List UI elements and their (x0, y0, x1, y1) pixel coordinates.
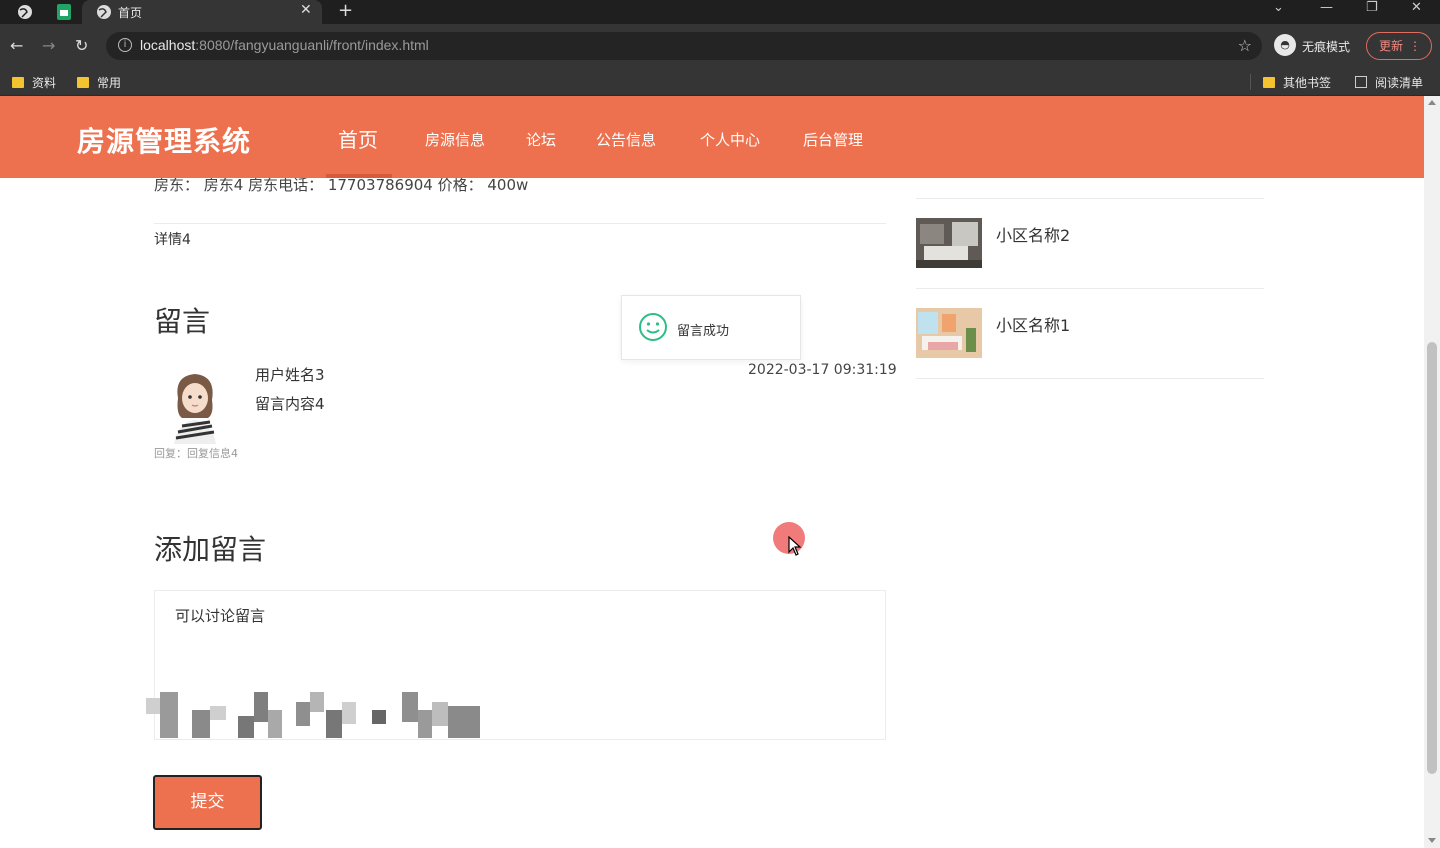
community-name[interactable]: 小区名称2 (996, 222, 1070, 246)
bookmarks-bar: 资料 常用 其他书签 阅读清单 (0, 68, 1440, 96)
nav-profile[interactable]: 个人中心 (700, 129, 760, 150)
success-toast: 留言成功 (621, 295, 801, 360)
divider (916, 288, 1264, 289)
blurred-input-overlay (146, 692, 480, 738)
sheets-icon[interactable] (55, 3, 73, 21)
divider (916, 198, 1264, 199)
new-tab-icon[interactable]: + (338, 0, 353, 21)
nav-forum[interactable]: 论坛 (526, 129, 556, 150)
active-nav-indicator (326, 174, 392, 178)
community-thumbnail[interactable] (916, 308, 982, 358)
globe-icon (97, 5, 111, 19)
comment-reply: 回复：回复信息4 (154, 447, 238, 460)
globe-icon[interactable] (16, 3, 34, 21)
close-window-icon[interactable]: ✕ (1411, 0, 1422, 15)
reading-list-icon (1355, 76, 1367, 88)
folder-icon (1263, 77, 1275, 88)
divider (154, 223, 886, 224)
nav-home[interactable]: 首页 (338, 124, 378, 153)
scroll-thumb[interactable] (1427, 342, 1437, 774)
address-bar[interactable]: i localhost:8080/fangyuanguanli/front/in… (106, 32, 1262, 60)
community-thumbnail[interactable] (916, 218, 982, 268)
bookmark-star-icon[interactable]: ☆ (1238, 36, 1252, 55)
community-name[interactable]: 小区名称1 (996, 312, 1070, 336)
tab-search-icon[interactable]: ⌄ (1273, 0, 1284, 15)
incognito-icon[interactable]: ◓ (1274, 34, 1296, 56)
bookmark-folder-changyong[interactable]: 常用 (77, 74, 121, 91)
add-comment-heading: 添加留言 (154, 533, 267, 566)
minimize-icon[interactable]: — (1320, 0, 1333, 15)
listing-detail: 详情4 (154, 232, 191, 248)
mouse-cursor-icon (788, 536, 802, 556)
toast-message: 留言成功 (677, 324, 730, 339)
reading-list[interactable]: 阅读清单 (1355, 74, 1423, 91)
comments-heading: 留言 (154, 305, 211, 338)
bookmark-separator (1250, 74, 1251, 90)
reload-icon[interactable]: ↻ (75, 36, 88, 55)
site-header: 房源管理系统 首页 房源信息 论坛 公告信息 个人中心 后台管理 (0, 96, 1424, 178)
scroll-down-icon[interactable] (1428, 838, 1436, 843)
comment-user: 用户姓名3 (255, 366, 325, 384)
comment-content: 留言内容4 (255, 395, 325, 413)
folder-icon (77, 77, 89, 88)
restore-icon[interactable]: ❐ (1366, 0, 1378, 15)
site-info-icon[interactable]: i (118, 38, 132, 52)
divider (916, 378, 1264, 379)
incognito-label: 无痕模式 (1302, 40, 1351, 54)
scroll-up-icon[interactable] (1428, 100, 1436, 105)
forward-icon[interactable]: → (42, 36, 55, 55)
url-text: localhost:8080/fangyuanguanli/front/inde… (140, 37, 429, 53)
comment-time: 2022-03-17 09:31:19 (748, 362, 897, 378)
nav-listings[interactable]: 房源信息 (425, 129, 485, 150)
browser-tab-bar: 首页 ✕ + ⌄ — ❐ ✕ (0, 0, 1440, 24)
avatar (174, 374, 216, 444)
back-icon[interactable]: ← (10, 36, 23, 55)
nav-notices[interactable]: 公告信息 (596, 129, 656, 150)
browser-toolbar: ← → ↻ i localhost:8080/fangyuanguanli/fr… (0, 24, 1440, 68)
smile-icon (639, 313, 667, 341)
submit-button[interactable]: 提交 (153, 775, 262, 830)
close-tab-icon[interactable]: ✕ (300, 2, 312, 18)
page-scrollbar[interactable] (1424, 96, 1440, 848)
bookmark-folder-ziliao[interactable]: 资料 (12, 74, 56, 91)
nav-admin[interactable]: 后台管理 (803, 129, 863, 150)
tab-title: 首页 (118, 6, 143, 20)
bookmark-other[interactable]: 其他书签 (1263, 74, 1331, 91)
site-title[interactable]: 房源管理系统 (77, 120, 251, 160)
update-button[interactable]: 更新 ⋮ (1366, 32, 1432, 60)
folder-icon (12, 77, 24, 88)
page: 房源管理系统 首页 房源信息 论坛 公告信息 个人中心 后台管理 房东： 房东4… (0, 96, 1440, 848)
